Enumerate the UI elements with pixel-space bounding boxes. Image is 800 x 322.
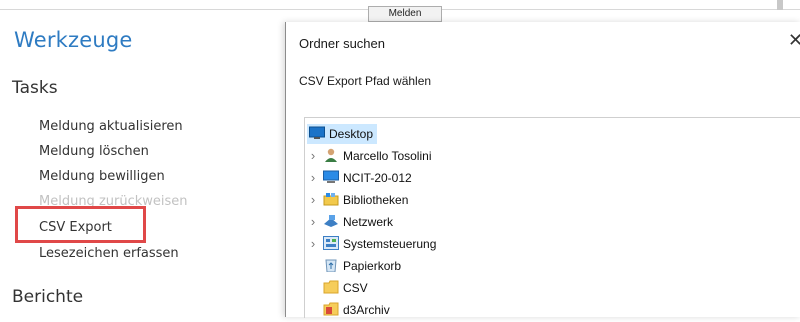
- tree-item-computer[interactable]: › NCIT-20-012: [307, 168, 412, 188]
- folder-tree[interactable]: Desktop › Marcello Tosolini › NCIT-20-01…: [304, 117, 800, 318]
- chevron-right-icon[interactable]: ›: [307, 190, 319, 210]
- background-button[interactable]: Melden: [368, 6, 442, 22]
- tree-item-label: Marcello Tosolini: [343, 149, 432, 163]
- chevron-right-icon[interactable]: ›: [307, 146, 319, 166]
- tree-item-label: CSV: [343, 281, 368, 295]
- chevron-right-icon[interactable]: ›: [307, 212, 319, 232]
- folder-icon: [323, 280, 339, 294]
- task-lesezeichen-erfassen[interactable]: Lesezeichen erfassen: [39, 246, 179, 261]
- recycle-bin-icon: [323, 258, 339, 273]
- tree-item-user[interactable]: › Marcello Tosolini: [307, 146, 432, 166]
- tree-item-label: d3Archiv: [343, 303, 390, 317]
- task-meldung-loeschen[interactable]: Meldung löschen: [39, 144, 149, 159]
- chevron-right-icon[interactable]: ›: [307, 234, 319, 254]
- tree-item-libraries[interactable]: › Bibliotheken: [307, 190, 409, 210]
- tree-item-d3archiv[interactable]: d3Archiv: [319, 300, 390, 320]
- archive-icon: [323, 302, 339, 316]
- tree-item-network[interactable]: › Netzwerk: [307, 212, 393, 232]
- tree-item-label: Desktop: [329, 127, 374, 141]
- library-icon: [323, 192, 339, 206]
- desktop-icon: [309, 126, 325, 140]
- section-tasks: Tasks: [12, 78, 58, 98]
- chevron-right-icon[interactable]: ›: [307, 168, 319, 188]
- csv-export-highlight: [15, 206, 146, 243]
- close-icon[interactable]: ✕: [788, 30, 800, 51]
- panel-title: Werkzeuge: [14, 28, 133, 52]
- tree-item-label: Netzwerk: [343, 215, 394, 229]
- computer-icon: [323, 170, 339, 184]
- folder-browse-dialog: Ordner suchen ✕ CSV Export Pfad wählen D…: [285, 22, 800, 318]
- task-meldung-bewilligen[interactable]: Meldung bewilligen: [39, 169, 165, 184]
- tree-item-control-panel[interactable]: › Systemsteuerung: [307, 234, 436, 254]
- tools-panel: Werkzeuge Tasks Meldung aktualisieren Me…: [0, 10, 285, 317]
- network-icon: [323, 214, 339, 228]
- tree-item-label: Papierkorb: [343, 259, 402, 273]
- scrollbar-indicator[interactable]: [777, 0, 783, 10]
- control-panel-icon: [323, 236, 339, 250]
- section-berichte: Berichte: [12, 287, 84, 307]
- tree-item-csv[interactable]: CSV: [319, 278, 368, 298]
- tree-item-label: Systemsteuerung: [343, 237, 437, 251]
- tree-item-desktop[interactable]: Desktop: [307, 124, 377, 144]
- user-icon: [323, 148, 339, 162]
- dialog-message: CSV Export Pfad wählen: [299, 74, 432, 88]
- task-meldung-aktualisieren[interactable]: Meldung aktualisieren: [39, 119, 183, 134]
- tree-item-label: NCIT-20-012: [343, 171, 412, 185]
- tree-item-recycle-bin[interactable]: Papierkorb: [319, 256, 401, 276]
- dialog-title: Ordner suchen: [299, 36, 385, 51]
- tree-item-label: Bibliotheken: [343, 193, 409, 207]
